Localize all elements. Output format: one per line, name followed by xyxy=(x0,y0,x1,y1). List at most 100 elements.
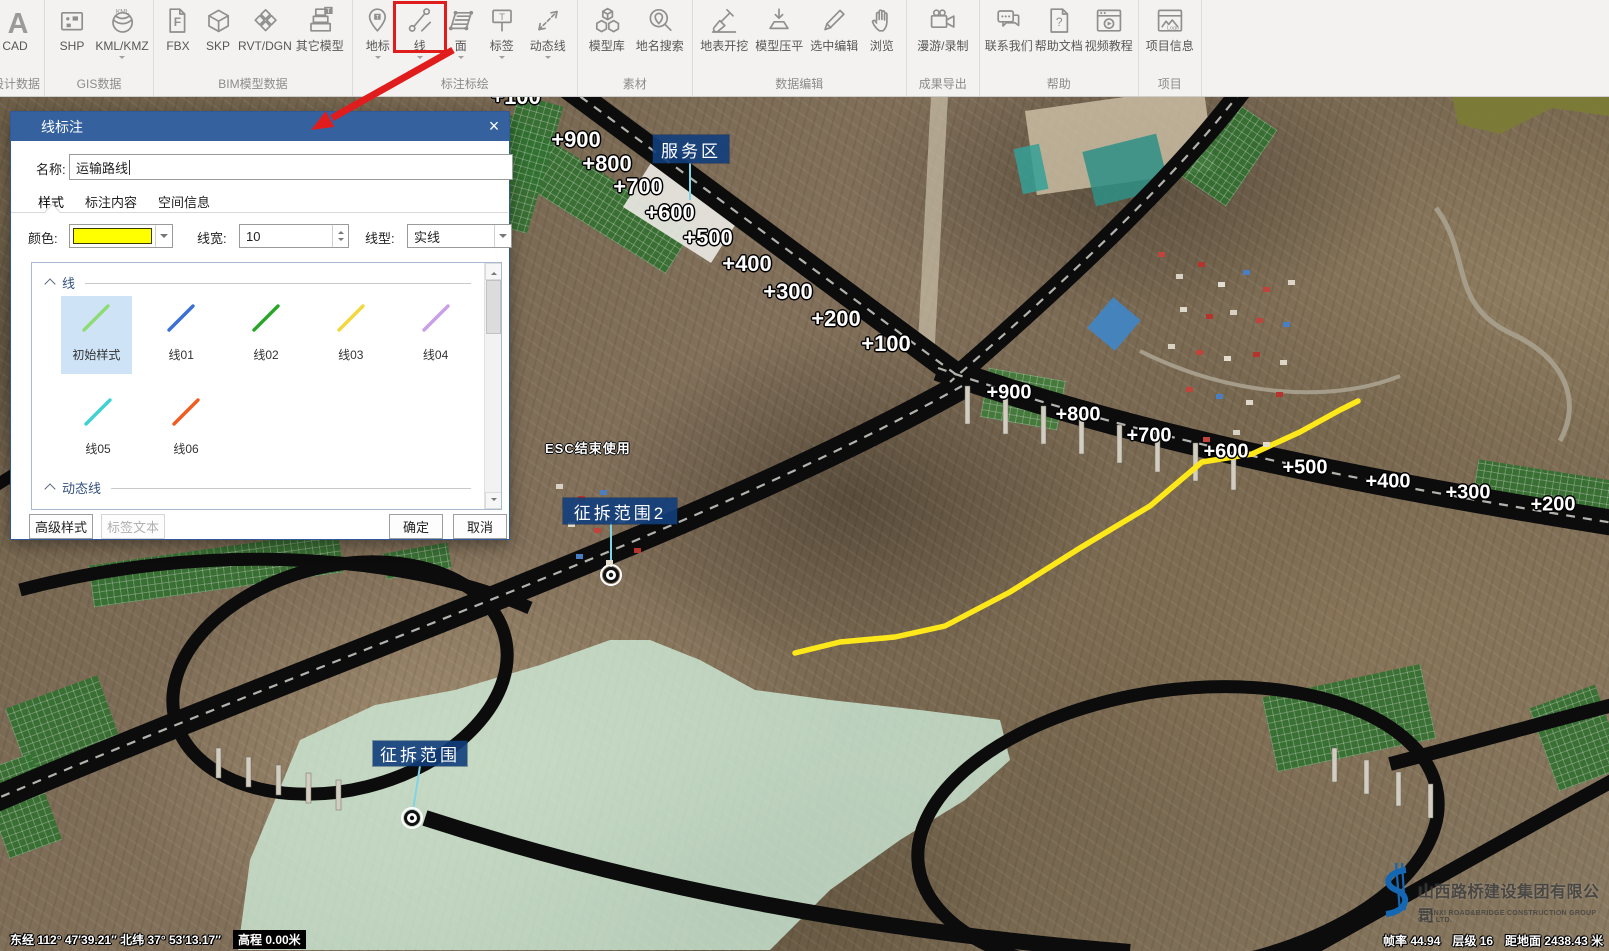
toolbar-item-线[interactable]: 线 xyxy=(399,2,441,62)
ribbon-toolbar: ACAD设计数据SHPKMLKML/KMZGIS数据FFBXSKPRVT/DGN… xyxy=(0,0,1609,97)
chevron-down-icon[interactable] xyxy=(119,56,125,62)
toolbar-item-地表开挖[interactable]: 地表开挖 xyxy=(697,2,752,63)
toolbar-group-6: 地表开挖模型压平选中编辑浏览数据编辑 xyxy=(693,0,907,96)
style-tile-初始样式[interactable]: 初始样式 xyxy=(61,296,132,374)
style-tile-线05[interactable]: 线05 xyxy=(61,390,135,468)
section-label: 动态线 xyxy=(62,478,101,497)
toolbar-item-漫游/录制[interactable]: 漫游/录制 xyxy=(911,2,975,63)
line-sample xyxy=(76,390,120,434)
toolbar-item-面[interactable]: 面 xyxy=(441,2,481,62)
dialog-title: 线标注 xyxy=(41,117,83,137)
tab-空间信息[interactable]: 空间信息 xyxy=(158,192,210,211)
toolbar-item-RVT/DGN[interactable]: RVT/DGN xyxy=(238,2,292,63)
toolbar-item-视频教程[interactable]: 视频教程 xyxy=(1084,2,1134,63)
toolbar-item-label: KML/KMZ xyxy=(95,39,148,53)
label-icon: T xyxy=(487,5,517,35)
style-tile-线01[interactable]: 线01 xyxy=(146,296,217,374)
line-sample xyxy=(159,296,203,340)
toolbar-item-联系我们[interactable]: 联系我们 xyxy=(984,2,1034,63)
place-label-征拆范围[interactable]: 征拆范围 xyxy=(373,741,467,766)
hamlet-buildings xyxy=(556,484,563,489)
scroll-down-icon[interactable] xyxy=(485,492,502,509)
scroll-up-icon[interactable] xyxy=(485,263,502,280)
toolbar-item-其它模型[interactable]: T其它模型 xyxy=(292,2,348,63)
name-input-value: 运输路线 xyxy=(76,158,128,177)
dynamic-line-icon xyxy=(533,5,563,35)
spinner-arrows[interactable] xyxy=(332,225,348,247)
color-picker[interactable] xyxy=(69,224,173,248)
toolbar-group-label: 帮助 xyxy=(984,74,1134,96)
svg-text:A: A xyxy=(8,8,29,35)
toolbar-item-浏览[interactable]: 浏览 xyxy=(862,2,902,63)
style-tile-线02[interactable]: 线02 xyxy=(231,296,302,374)
toolbar-item-地标[interactable]: T地标 xyxy=(357,2,399,62)
name-field-label: 名称: xyxy=(36,159,66,178)
toolbar-item-SKP[interactable]: SKP xyxy=(198,2,238,63)
close-icon[interactable]: × xyxy=(479,112,509,141)
fbx-icon: F xyxy=(163,5,193,35)
section-rule xyxy=(111,488,471,489)
station-label: +900 xyxy=(551,127,601,153)
place-label-服务区[interactable]: 服务区 xyxy=(653,135,729,163)
chevron-down-icon[interactable] xyxy=(494,225,511,247)
chevron-down-icon[interactable] xyxy=(155,225,172,247)
chevron-down-icon[interactable] xyxy=(417,56,423,62)
toolbar-group-label: 素材 xyxy=(582,74,688,96)
ok-button[interactable]: 确定 xyxy=(389,514,443,539)
toolbar-group-3: FFBXSKPRVT/DGNT其它模型BIM模型数据 xyxy=(154,0,353,96)
skp-icon xyxy=(203,5,233,35)
toolbar-item-帮助文档[interactable]: ?帮助文档 xyxy=(1034,2,1084,63)
station-label: +900 xyxy=(986,382,1031,405)
dig-icon xyxy=(709,5,739,35)
toolbar-item-SHP[interactable]: SHP xyxy=(49,2,95,63)
section-header-动态线[interactable]: 动态线 xyxy=(46,478,471,497)
roam-record-icon xyxy=(928,5,958,35)
style-tile-线04[interactable]: 线04 xyxy=(400,296,471,374)
place-search-icon xyxy=(645,5,675,35)
toolbar-item-模型库[interactable]: 模型库 xyxy=(582,2,632,63)
toolbar-item-选中编辑[interactable]: 选中编辑 xyxy=(807,2,862,63)
style-tile-label: 线05 xyxy=(85,440,110,457)
station-label: +800 xyxy=(1055,404,1100,427)
contact-icon xyxy=(994,5,1024,35)
chevron-down-icon[interactable] xyxy=(545,56,551,62)
advanced-style-button[interactable]: 高级样式 xyxy=(29,514,93,539)
chevron-down-icon[interactable] xyxy=(458,56,464,62)
style-tile-label: 线04 xyxy=(423,346,448,363)
toolbar-item-label: 线 xyxy=(414,39,426,53)
toolbar-item-模型压平[interactable]: 模型压平 xyxy=(752,2,807,63)
label-text-button[interactable]: 标签文本 xyxy=(101,514,165,539)
toolbar-item-地名搜索[interactable]: 地名搜索 xyxy=(632,2,688,63)
scrollbar[interactable] xyxy=(484,263,501,509)
cancel-button[interactable]: 取消 xyxy=(453,514,507,539)
station-label: +100 xyxy=(861,331,911,357)
scrollbar-thumb[interactable] xyxy=(486,280,501,334)
dialog-titlebar[interactable]: 线标注 × xyxy=(11,112,509,141)
tab-标注内容[interactable]: 标注内容 xyxy=(85,192,137,211)
toolbar-group-label: 项目 xyxy=(1143,74,1197,96)
section-label: 线 xyxy=(62,273,75,292)
chevron-down-icon[interactable] xyxy=(375,56,381,62)
place-label-征拆范围2[interactable]: 征拆范围2 xyxy=(563,498,677,524)
toolbar-item-KML/KMZ[interactable]: KMLKML/KMZ xyxy=(95,2,149,62)
linewidth-stepper[interactable]: 10 xyxy=(239,224,349,248)
line-annotation-dialog: 线标注 × 名称: 运输路线 样式标注内容空间信息 颜色: 线宽: 10 线型:… xyxy=(10,111,510,540)
style-tile-线06[interactable]: 线06 xyxy=(149,390,223,468)
toolbar-item-项目信息[interactable]: Logo项目信息 xyxy=(1143,2,1197,63)
linetype-value: 实线 xyxy=(414,227,440,246)
toolbar-item-动态线[interactable]: 动态线 xyxy=(523,2,573,62)
chevron-down-icon[interactable] xyxy=(499,56,505,62)
esc-hint-text: ESC结束使用 xyxy=(545,438,631,457)
toolbar-item-标签[interactable]: T标签 xyxy=(481,2,523,62)
toolbar-item-CAD[interactable]: ACAD xyxy=(0,2,38,63)
section-header-线[interactable]: 线 xyxy=(46,273,471,292)
linewidth-value: 10 xyxy=(246,229,260,244)
toolbar-item-FBX[interactable]: FFBX xyxy=(158,2,198,63)
name-input[interactable]: 运输路线 xyxy=(69,154,513,180)
cad-icon: A xyxy=(0,5,30,35)
svg-text:?: ? xyxy=(1056,15,1063,29)
shp-icon xyxy=(57,5,87,35)
linetype-select[interactable]: 实线 xyxy=(407,224,512,248)
toolbar-item-label: 地表开挖 xyxy=(700,39,748,53)
style-tile-线03[interactable]: 线03 xyxy=(315,296,386,374)
